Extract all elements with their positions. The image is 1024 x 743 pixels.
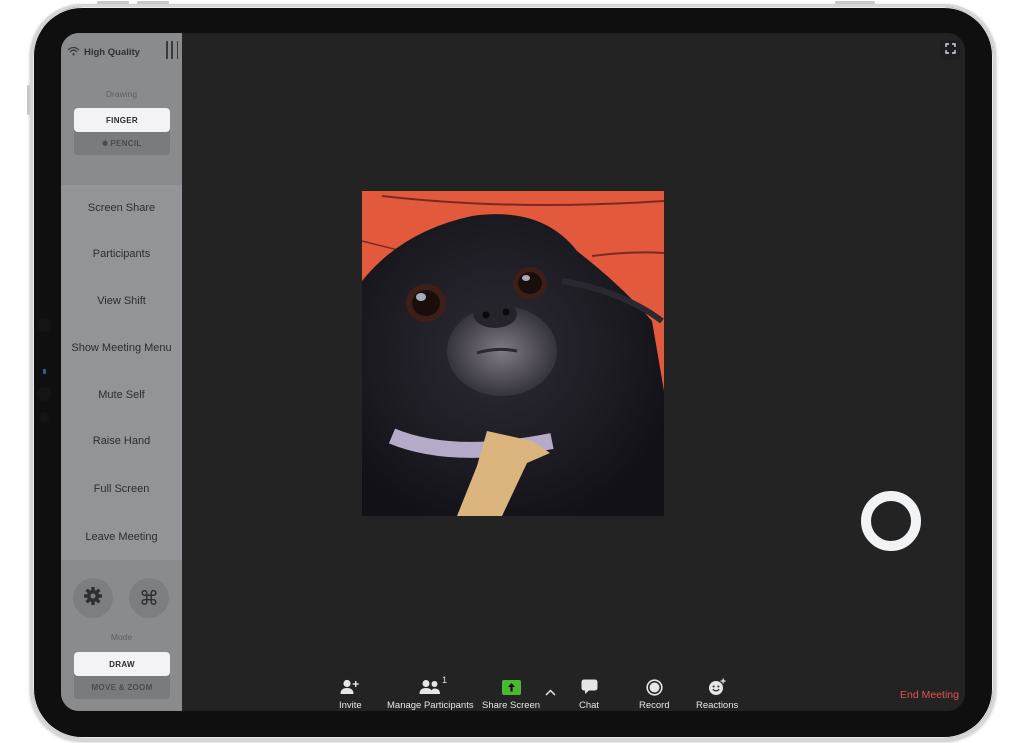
meeting-stage: Invite Manage Participants 1 Share Scree… [182, 33, 965, 711]
camera-lens [37, 387, 51, 401]
share-options-button[interactable] [545, 683, 556, 701]
wifi-icon [67, 43, 80, 61]
record-icon [646, 677, 663, 697]
camera-led [43, 369, 46, 374]
pencil-option-label: PENCIL [110, 139, 142, 148]
record-button[interactable]: Record [639, 677, 670, 711]
draw-mode-option[interactable]: DRAW [74, 652, 170, 676]
drawing-label: Drawing [105, 89, 138, 99]
hardware-button [97, 1, 129, 4]
drawing-input-selector: FINGER PENCIL [74, 108, 170, 155]
sidebar-top-section: High Quality Drawing FINGER PENCIL [61, 33, 182, 185]
menu-item-leave-meeting[interactable]: Leave Meeting [61, 531, 182, 543]
connection-quality: High Quality [67, 43, 140, 61]
fullscreen-button[interactable] [940, 40, 960, 60]
menu-item-participants[interactable]: Participants [61, 248, 182, 260]
participant-count-badge: 1 [442, 675, 448, 685]
sidebar-drag-handle[interactable] [166, 41, 178, 59]
share-screen-button[interactable]: Share Screen [482, 677, 540, 711]
quality-label: High Quality [84, 46, 140, 58]
manage-participants-label: Manage Participants [387, 700, 474, 711]
dog-video-feed [362, 191, 664, 516]
gear-icon [83, 586, 103, 611]
manage-participants-button[interactable]: Manage Participants [387, 677, 474, 711]
add-person-icon [340, 677, 360, 697]
menu-item-mute-self[interactable]: Mute Self [61, 389, 182, 401]
reactions-label: Reactions [696, 700, 739, 711]
finger-option[interactable]: FINGER [74, 108, 170, 132]
record-label: Record [639, 700, 670, 711]
mode-selector: DRAW MOVE & ZOOM [74, 652, 170, 699]
menu-item-raise-hand[interactable]: Raise Hand [61, 435, 182, 447]
chat-icon [581, 677, 598, 697]
expand-icon [944, 41, 956, 59]
hardware-button [137, 1, 169, 4]
floating-action-button[interactable] [861, 491, 921, 551]
invite-button[interactable]: Invite [339, 677, 362, 711]
shortcuts-button[interactable]: ⌘ [129, 578, 169, 618]
share-screen-icon [501, 677, 521, 697]
pencil-option[interactable]: PENCIL [74, 132, 170, 155]
share-screen-label: Share Screen [482, 700, 541, 711]
participants-icon [419, 677, 441, 697]
sidebar-menu [61, 185, 182, 560]
chevron-up-icon [545, 683, 556, 700]
end-meeting-button[interactable]: End Meeting [900, 689, 959, 701]
sensor-dot [39, 412, 49, 422]
mode-label: Mode [110, 632, 133, 642]
reactions-button[interactable]: Reactions [696, 677, 738, 711]
app-screen: High Quality Drawing FINGER PENCIL Scree… [61, 33, 965, 711]
assistive-sidebar: High Quality Drawing FINGER PENCIL Scree… [61, 33, 182, 711]
participant-video [362, 191, 664, 516]
meeting-toolbar: Invite Manage Participants 1 Share Scree… [182, 669, 965, 711]
sensor-dot [37, 318, 51, 332]
hardware-button [835, 1, 875, 4]
command-icon: ⌘ [139, 586, 159, 610]
apple-icon [102, 139, 109, 148]
menu-item-full-screen[interactable]: Full Screen [61, 483, 182, 495]
sidebar-bottom-section: ⌘ Mode DRAW MOVE & ZOOM [61, 560, 182, 711]
invite-label: Invite [339, 700, 362, 711]
menu-item-show-meeting-menu[interactable]: Show Meeting Menu [61, 342, 182, 354]
reactions-icon [708, 677, 727, 697]
chat-label: Chat [579, 700, 600, 711]
move-zoom-mode-option[interactable]: MOVE & ZOOM [74, 676, 170, 699]
chat-button[interactable]: Chat [579, 677, 599, 711]
menu-item-screen-share[interactable]: Screen Share [61, 202, 182, 214]
menu-item-view-shift[interactable]: View Shift [61, 295, 182, 307]
settings-button[interactable] [73, 578, 113, 618]
hardware-button [27, 85, 30, 115]
